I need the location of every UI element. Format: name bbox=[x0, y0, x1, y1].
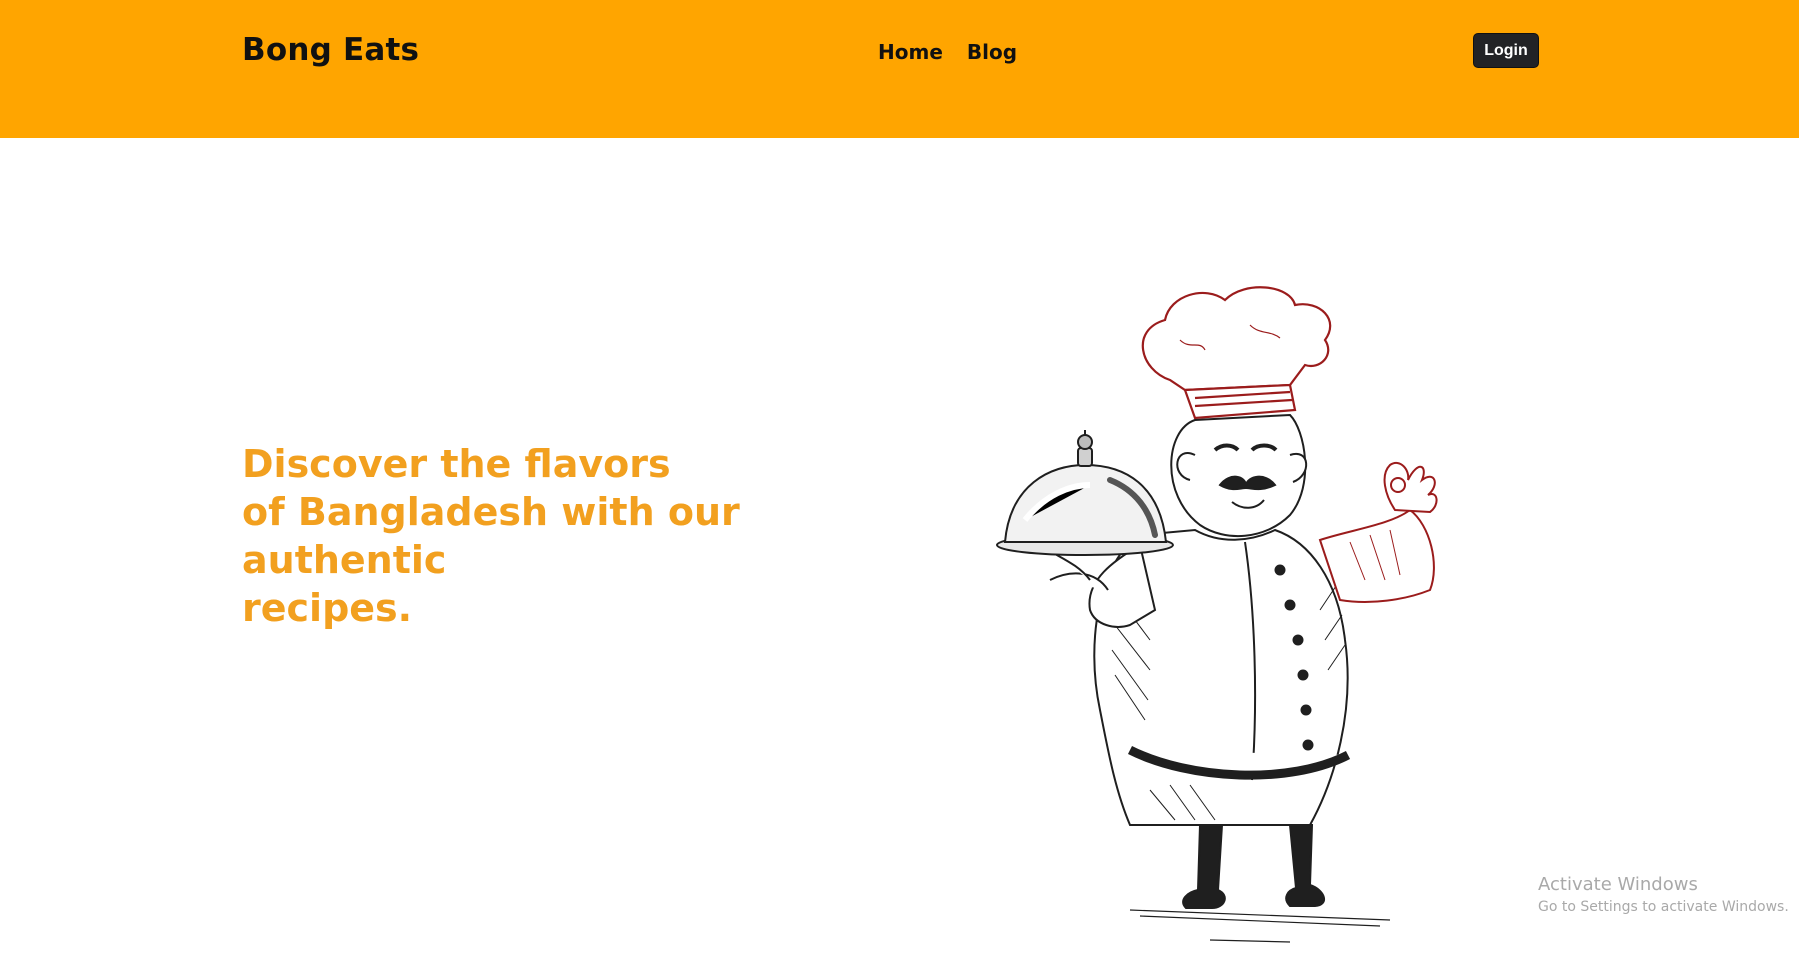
chef-right-arm bbox=[1318, 461, 1438, 603]
hero-line-3: recipes. bbox=[242, 586, 413, 630]
chef-legs bbox=[1182, 824, 1325, 909]
hero-heading: Discover the flavors of Bangladesh with … bbox=[242, 440, 882, 632]
ground-shadow bbox=[1129, 909, 1391, 943]
hero-line-2: of Bangladesh with our authentic bbox=[242, 490, 740, 582]
chef-illustration bbox=[996, 286, 1438, 943]
chef-head bbox=[1170, 413, 1308, 538]
watermark-subtitle: Go to Settings to activate Windows. bbox=[1538, 899, 1789, 915]
activate-windows-watermark: Activate Windows Go to Settings to activ… bbox=[1538, 874, 1789, 915]
login-button[interactable]: Login bbox=[1473, 33, 1539, 68]
nav-home-link[interactable]: Home bbox=[878, 40, 943, 64]
navbar: Bong Eats Home Blog Login bbox=[0, 0, 1799, 138]
cloche-icon bbox=[996, 430, 1174, 556]
brand-logo[interactable]: Bong Eats bbox=[242, 32, 419, 68]
nav-blog-link[interactable]: Blog bbox=[967, 40, 1017, 64]
watermark-title: Activate Windows bbox=[1538, 874, 1698, 895]
hero-line-1: Discover the flavors bbox=[242, 442, 671, 486]
chef-hat-icon bbox=[1141, 286, 1332, 420]
nav-links: Home Blog bbox=[878, 40, 1017, 64]
